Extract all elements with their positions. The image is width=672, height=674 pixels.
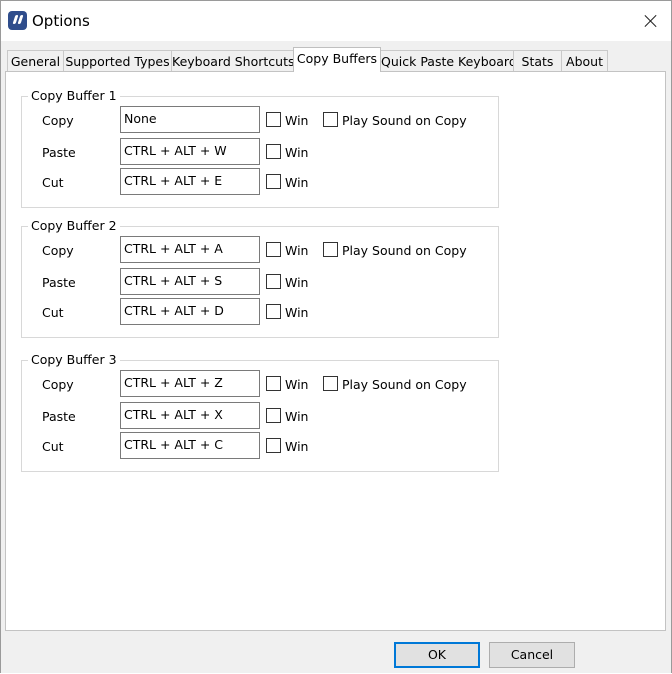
paste-win-checkbox[interactable] (266, 274, 281, 289)
win-label: Win (285, 305, 309, 320)
group-title: Copy Buffer 2 (28, 219, 120, 233)
dialog-footer: OK Cancel (1, 632, 671, 673)
copy-buffer-1-group: Copy Buffer 1 Copy None Win Play Sound o… (21, 89, 499, 208)
play-sound-label: Play Sound on Copy (342, 377, 467, 392)
cut-win-checkbox[interactable] (266, 438, 281, 453)
win-label: Win (285, 113, 309, 128)
copy-hotkey-input[interactable]: CTRL + ALT + Z (120, 370, 260, 397)
cut-label: Cut (42, 305, 64, 320)
cancel-button[interactable]: Cancel (489, 642, 575, 668)
tab-stats[interactable]: Stats (513, 50, 562, 71)
copy-buffers-panel: Copy Buffer 1 Copy None Win Play Sound o… (5, 71, 666, 631)
cut-label: Cut (42, 175, 64, 190)
copy-label: Copy (42, 113, 74, 128)
win-label: Win (285, 275, 309, 290)
play-sound-checkbox[interactable] (323, 112, 338, 127)
group-title: Copy Buffer 1 (28, 89, 120, 103)
close-icon[interactable] (631, 1, 671, 41)
app-quote-icon (8, 11, 27, 30)
title-bar: Options (1, 1, 671, 41)
paste-label: Paste (42, 145, 76, 160)
group-title: Copy Buffer 3 (28, 353, 120, 367)
copy-win-checkbox[interactable] (266, 112, 281, 127)
copy-buffer-3-group: Copy Buffer 3 Copy CTRL + ALT + Z Win Pl… (21, 353, 499, 472)
paste-label: Paste (42, 409, 76, 424)
cut-win-checkbox[interactable] (266, 174, 281, 189)
paste-hotkey-input[interactable]: CTRL + ALT + S (120, 268, 260, 295)
paste-hotkey-input[interactable]: CTRL + ALT + X (120, 402, 260, 429)
copy-hotkey-input[interactable]: CTRL + ALT + A (120, 236, 260, 263)
cut-label: Cut (42, 439, 64, 454)
play-sound-label: Play Sound on Copy (342, 243, 467, 258)
paste-hotkey-input[interactable]: CTRL + ALT + W (120, 138, 260, 165)
copy-buffer-2-group: Copy Buffer 2 Copy CTRL + ALT + A Win Pl… (21, 219, 499, 338)
win-label: Win (285, 439, 309, 454)
win-label: Win (285, 377, 309, 392)
win-label: Win (285, 175, 309, 190)
ok-button[interactable]: OK (394, 642, 480, 668)
paste-label: Paste (42, 275, 76, 290)
cut-hotkey-input[interactable]: CTRL + ALT + C (120, 432, 260, 459)
copy-label: Copy (42, 377, 74, 392)
win-label: Win (285, 145, 309, 160)
tab-quick-paste-keyboard[interactable]: Quick Paste Keyboard (380, 50, 517, 71)
cut-hotkey-input[interactable]: CTRL + ALT + D (120, 298, 260, 325)
cut-win-checkbox[interactable] (266, 304, 281, 319)
tab-general[interactable]: General (7, 50, 64, 71)
play-sound-label: Play Sound on Copy (342, 113, 467, 128)
tab-supported-types[interactable]: Supported Types (63, 50, 172, 71)
paste-win-checkbox[interactable] (266, 408, 281, 423)
cut-hotkey-input[interactable]: CTRL + ALT + E (120, 168, 260, 195)
win-label: Win (285, 409, 309, 424)
play-sound-checkbox[interactable] (323, 242, 338, 257)
win-label: Win (285, 243, 309, 258)
window-title: Options (32, 12, 90, 30)
copy-label: Copy (42, 243, 74, 258)
tab-keyboard-shortcuts[interactable]: Keyboard Shortcuts (171, 50, 295, 71)
options-dialog: Options General Supported Types Keyboard… (0, 0, 672, 673)
copy-win-checkbox[interactable] (266, 376, 281, 391)
tab-copy-buffers[interactable]: Copy Buffers (293, 47, 381, 72)
play-sound-checkbox[interactable] (323, 376, 338, 391)
tab-about[interactable]: About (561, 50, 608, 71)
copy-hotkey-input[interactable]: None (120, 106, 260, 133)
paste-win-checkbox[interactable] (266, 144, 281, 159)
copy-win-checkbox[interactable] (266, 242, 281, 257)
